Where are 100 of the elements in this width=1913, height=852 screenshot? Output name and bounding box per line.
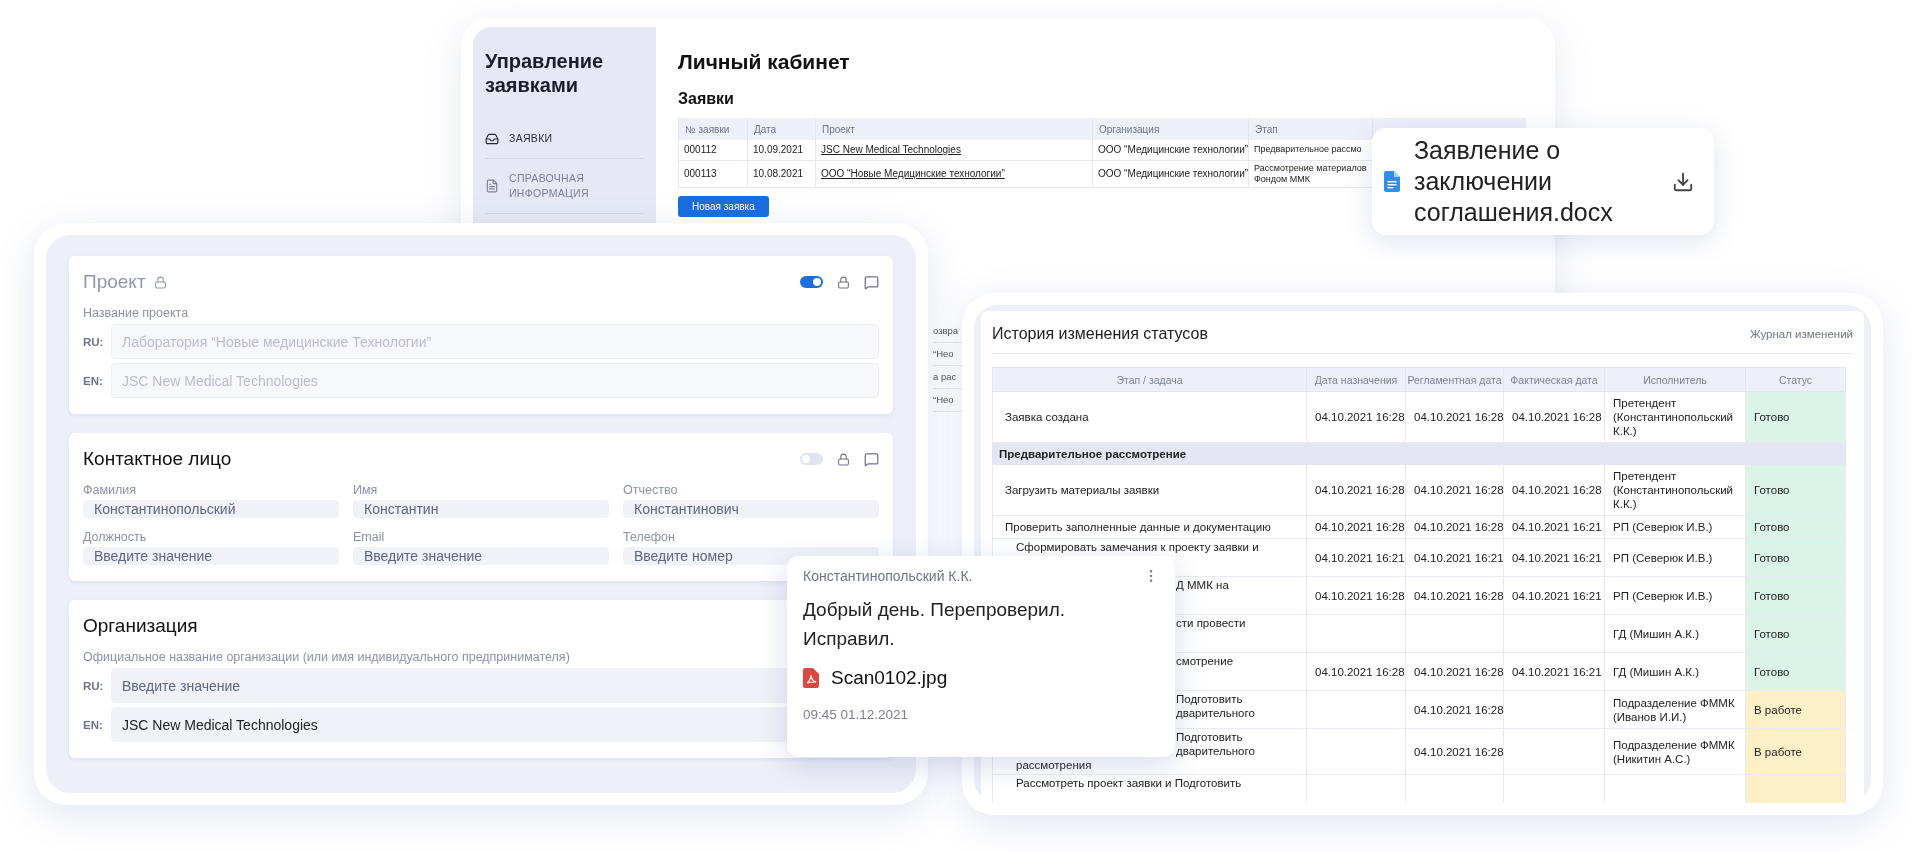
card-title: Проект bbox=[83, 271, 146, 293]
assignee-cell: Претендент (Константинопольский К.К.) bbox=[1604, 464, 1746, 516]
task-text: рассмотрения bbox=[1016, 758, 1093, 772]
history-title: История изменения статусов bbox=[992, 325, 1208, 343]
task-text: Загрузить материалы заявки bbox=[1005, 483, 1161, 497]
card-title: Контактное лицо bbox=[83, 448, 232, 470]
column-header: Статус bbox=[1745, 367, 1846, 392]
column-header: Регламентная дата bbox=[1405, 367, 1504, 392]
table-cell: 000112 bbox=[678, 140, 748, 160]
date-cell: 04.10.2021 16:28 bbox=[1405, 515, 1504, 539]
language-label: EN: bbox=[83, 718, 103, 731]
date-cell: 04.10.2021 16:28 bbox=[1306, 391, 1406, 443]
assignee-cell: РП (Северюк И.В.) bbox=[1604, 538, 1746, 577]
section-title: Заявки bbox=[678, 89, 735, 109]
message-author: Константинопольский К.К. bbox=[803, 568, 973, 584]
date-cell: 04.10.2021 16:21 bbox=[1503, 652, 1605, 691]
task-text: смотрение bbox=[1176, 654, 1235, 668]
new-request-button[interactable]: Новая заявка bbox=[678, 195, 769, 217]
date-cell: 04.10.2021 16:28 bbox=[1503, 391, 1605, 443]
document-icon bbox=[485, 179, 499, 193]
language-label: RU: bbox=[83, 335, 103, 348]
date-cell: 04.10.2021 16:28 bbox=[1405, 728, 1504, 775]
date-cell: 04.10.2021 16:28 bbox=[1503, 464, 1605, 516]
table-cell: 10.08.2021 bbox=[747, 160, 816, 187]
date-cell: 04.10.2021 16:28 bbox=[1405, 576, 1504, 615]
date-cell: 04.10.2021 16:28 bbox=[1405, 690, 1504, 729]
pdf-file-icon bbox=[803, 668, 819, 688]
lock-icon bbox=[837, 452, 850, 466]
field-label: Официальное название организации (или имя индивидуального предпринимателя) bbox=[83, 650, 571, 664]
field-label: Email bbox=[353, 530, 386, 544]
status-cell: Готово bbox=[1745, 614, 1846, 653]
text-field[interactable]: Введите значение bbox=[83, 547, 339, 565]
assignee-cell: ГД (Мишин А.К.) bbox=[1604, 652, 1746, 691]
assignee-cell: Подразделение ФММК (Иванов И.И.) bbox=[1604, 690, 1746, 729]
field-label: Телефон bbox=[623, 530, 676, 544]
date-cell: 04.10.2021 16:21 bbox=[1503, 576, 1605, 615]
task-text: сти провести bbox=[1176, 616, 1247, 630]
date-cell: 04.10.2021 16:28 bbox=[1405, 464, 1504, 516]
date-cell: 04.10.2021 16:21 bbox=[1503, 538, 1605, 577]
status-cell: Готово bbox=[1745, 538, 1846, 577]
task-text: Подготовить bbox=[1176, 730, 1244, 744]
table-cell: ООО “Медицинские технологии” bbox=[1092, 160, 1249, 187]
column-header: Дата bbox=[747, 118, 816, 140]
sidebar-item[interactable]: СПРАВОЧНАЯ ИНФОРМАЦИЯ bbox=[485, 159, 644, 214]
date-cell: 04.10.2021 16:21 bbox=[1503, 515, 1605, 539]
date-cell: 04.10.2021 16:28 bbox=[1405, 652, 1504, 691]
date-cell: 04.10.2021 16:28 bbox=[1306, 515, 1406, 539]
task-text: Проверить заполненные данные и документацию bbox=[1005, 520, 1272, 534]
message-text: Добрый день. Перепроверил. Исправил. bbox=[803, 598, 1067, 651]
project-link[interactable]: ООО “Новые Медицинские технологии” bbox=[821, 168, 1005, 179]
task-text: дварительного bbox=[1176, 706, 1256, 720]
date-cell: 04.10.2021 16:28 bbox=[1306, 576, 1406, 615]
field-label: Имя bbox=[353, 483, 379, 497]
language-label: EN: bbox=[83, 374, 103, 387]
field-label: Фамилия bbox=[83, 483, 138, 497]
project-link[interactable]: JSC New Medical Technologies bbox=[821, 144, 961, 156]
text-field[interactable]: Константин bbox=[353, 500, 609, 518]
table-cell: ООО “Медицинские технологии” bbox=[1092, 140, 1249, 160]
date-cell: 04.10.2021 16:28 bbox=[1405, 391, 1504, 443]
date-cell: 04.10.2021 16:21 bbox=[1405, 538, 1504, 577]
column-header: Этап / задача bbox=[992, 367, 1307, 392]
comment-icon[interactable] bbox=[864, 274, 879, 290]
page-title: Личный кабинет bbox=[678, 49, 851, 75]
text-field[interactable]: Константинопольский bbox=[83, 500, 339, 518]
task-text: Подготовить bbox=[1176, 692, 1244, 706]
task-text: Д ММК на bbox=[1176, 578, 1230, 592]
text-field[interactable]: Введите значение bbox=[353, 547, 609, 565]
language-label: RU: bbox=[83, 679, 103, 692]
comment-icon[interactable] bbox=[864, 451, 879, 467]
document-card[interactable]: Заявление о заключении соглашения.docx bbox=[1372, 128, 1714, 235]
lock-icon bbox=[837, 275, 850, 289]
inbox-icon bbox=[485, 131, 499, 146]
column-header: Проект bbox=[815, 118, 1093, 140]
status-cell: В работе bbox=[1745, 728, 1846, 775]
column-header: Дата назначения bbox=[1306, 367, 1406, 392]
status-cell: Готово bbox=[1745, 464, 1846, 516]
status-cell: Готово bbox=[1745, 576, 1846, 615]
field-label: Отчество bbox=[623, 483, 679, 497]
column-header: Организация bbox=[1092, 118, 1249, 140]
task-text: Сформировать замечания к проекту заявки и bbox=[1016, 540, 1260, 554]
task-text: Рассмотреть проект заявки и Подготовить bbox=[1016, 776, 1243, 790]
date-cell: 04.10.2021 16:28 bbox=[1306, 464, 1406, 516]
text-field[interactable]: Константинович bbox=[623, 500, 879, 518]
document-icon bbox=[1384, 171, 1400, 192]
sidebar-item[interactable]: ЗАЯВКИ bbox=[485, 119, 644, 159]
changelog-link[interactable]: Журнал изменений bbox=[1749, 328, 1853, 340]
column-header: Фактическая дата bbox=[1503, 367, 1605, 392]
date-cell: 04.10.2021 16:28 bbox=[1306, 652, 1406, 691]
date-cell: 04.10.2021 16:21 bbox=[1306, 538, 1406, 577]
task-text: Заявка создана bbox=[1005, 410, 1090, 424]
status-cell: В работе bbox=[1745, 690, 1846, 729]
status-cell: Готово bbox=[1745, 391, 1846, 443]
column-header: Этап bbox=[1248, 118, 1373, 140]
assignee-cell: РП (Северюк И.В.) bbox=[1604, 515, 1746, 539]
download-icon[interactable] bbox=[1672, 170, 1694, 193]
column-header: № заявки bbox=[678, 118, 748, 140]
toggle-switch[interactable] bbox=[800, 453, 823, 465]
card-title: Организация bbox=[83, 615, 198, 637]
assignee-cell: Претендент (Константинопольский К.К.) bbox=[1604, 391, 1746, 443]
assignee-cell: ГД (Мишин А.К.) bbox=[1604, 614, 1746, 653]
